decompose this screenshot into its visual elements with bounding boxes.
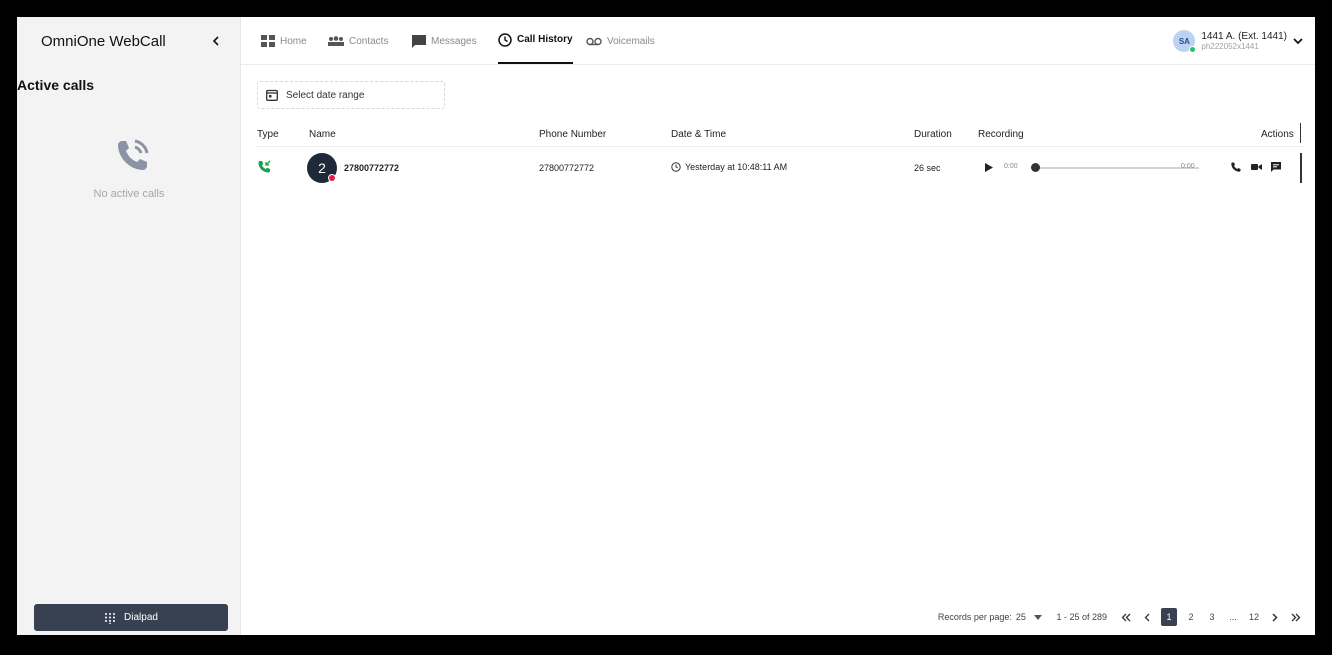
tab-messages[interactable]: Messages — [412, 17, 477, 65]
call-history-panel: Select date range Type Name Phone Number… — [241, 65, 1315, 635]
tab-call-history[interactable]: Call History — [498, 17, 573, 64]
last-page-button[interactable] — [1289, 608, 1303, 626]
recording-progress-handle[interactable] — [1031, 163, 1040, 172]
next-page-button[interactable] — [1268, 608, 1282, 626]
top-navigation: Home Contacts Messages Call History Voic… — [241, 17, 1315, 65]
page-ellipsis: ... — [1229, 612, 1237, 622]
column-header-recording: Recording — [978, 129, 1024, 140]
sidebar: OmniOne WebCall Active calls No active c… — [17, 17, 241, 635]
call-duration: 26 sec — [914, 163, 941, 173]
chevron-down-icon — [1293, 38, 1303, 45]
column-resize-handle[interactable] — [1300, 123, 1301, 143]
tab-contacts[interactable]: Contacts — [328, 17, 388, 65]
grid-icon — [261, 35, 275, 47]
contact-name[interactable]: 27800772772 — [344, 163, 399, 173]
recording-total-time: 0:00 — [1181, 163, 1195, 170]
play-icon[interactable] — [985, 163, 993, 172]
tab-voicemails[interactable]: Voicemails — [586, 17, 655, 65]
scrollbar-thumb[interactable] — [1300, 153, 1302, 183]
caret-down-icon — [1034, 615, 1043, 620]
records-per-page-value: 25 — [1015, 612, 1026, 622]
online-status-dot — [1189, 46, 1197, 53]
dialpad-label: Dialpad — [124, 612, 158, 623]
column-header-phone: Phone Number — [539, 129, 607, 140]
records-per-page-label: Records per page: — [937, 612, 1012, 622]
chevron-right-icon — [1272, 612, 1278, 622]
table-row[interactable]: 2 27800772772 27800772772 Yesterday at 1… — [241, 147, 1315, 189]
user-info: 1441 A. (Ext. 1441) ph222052x1441 — [1201, 31, 1287, 52]
user-avatar: SA — [1173, 30, 1197, 53]
tab-voicemails-label: Voicemails — [607, 35, 655, 47]
dialpad-icon — [105, 612, 116, 624]
tab-contacts-label: Contacts — [349, 35, 389, 47]
page-button-1[interactable]: 1 — [1161, 608, 1177, 626]
recording-progress-track[interactable] — [1035, 167, 1199, 169]
records-per-page-select[interactable]: 25 — [1016, 612, 1043, 622]
active-calls-title: Active calls — [17, 77, 95, 93]
no-active-calls-text: No active calls — [93, 188, 165, 200]
phone-ringing-icon — [118, 139, 149, 170]
contact-avatar: 2 — [307, 153, 337, 183]
column-header-name: Name — [309, 129, 336, 140]
incoming-call-icon — [258, 160, 271, 173]
phone-number: 27800772772 — [539, 163, 595, 173]
user-name: 1441 A. (Ext. 1441) — [1201, 30, 1287, 42]
app-title: OmniOne WebCall — [41, 32, 166, 50]
pagination: Records per page: 25 1 - 25 of 289 1 2 3… — [938, 605, 1303, 629]
call-datetime-text: Yesterday at 10:48:11 AM — [685, 162, 788, 172]
contacts-icon — [328, 36, 344, 46]
column-header-actions: Actions — [1261, 129, 1294, 140]
tab-messages-label: Messages — [431, 35, 477, 47]
previous-page-button[interactable] — [1140, 608, 1154, 626]
chevron-double-left-icon — [1121, 613, 1131, 621]
page-button-2[interactable]: 2 — [1184, 608, 1198, 626]
column-header-type: Type — [257, 129, 279, 140]
clock-icon — [671, 162, 681, 172]
date-range-picker[interactable]: Select date range — [257, 81, 445, 109]
date-range-placeholder: Select date range — [286, 89, 365, 101]
video-call-icon[interactable] — [1251, 163, 1262, 171]
first-page-button[interactable] — [1119, 608, 1133, 626]
user-menu[interactable]: SA 1441 A. (Ext. 1441) ph222052x1441 — [1173, 17, 1303, 65]
calendar-icon — [266, 89, 278, 101]
column-header-duration: Duration — [914, 129, 952, 140]
recording-current-time: 0:00 — [1004, 163, 1018, 170]
collapse-sidebar-button[interactable] — [206, 31, 226, 51]
user-id: ph222052x1441 — [1201, 42, 1259, 52]
call-datetime: Yesterday at 10:48:11 AM — [671, 162, 787, 172]
chevron-left-icon — [1144, 613, 1150, 621]
message-icon — [412, 34, 426, 48]
dialpad-button[interactable]: Dialpad — [34, 604, 228, 631]
call-icon[interactable] — [1231, 162, 1241, 172]
tab-home[interactable]: Home — [261, 17, 307, 65]
page-button-12[interactable]: 12 — [1247, 608, 1261, 626]
status-dot — [328, 174, 336, 182]
records-range: 1 - 25 of 289 — [1056, 612, 1107, 622]
chevron-left-icon — [212, 36, 219, 46]
tab-call-history-label: Call History — [517, 34, 573, 45]
clock-icon — [498, 32, 512, 47]
app-window: OmniOne WebCall Active calls No active c… — [17, 17, 1315, 635]
tab-home-label: Home — [280, 35, 307, 47]
chat-icon[interactable] — [1271, 162, 1281, 172]
page-button-3[interactable]: 3 — [1205, 608, 1219, 626]
user-initials: SA — [1178, 36, 1190, 46]
column-header-datetime: Date & Time — [671, 129, 727, 140]
voicemail-icon — [586, 37, 602, 45]
contact-avatar-text: 2 — [318, 160, 326, 176]
chevron-double-right-icon — [1291, 613, 1301, 621]
